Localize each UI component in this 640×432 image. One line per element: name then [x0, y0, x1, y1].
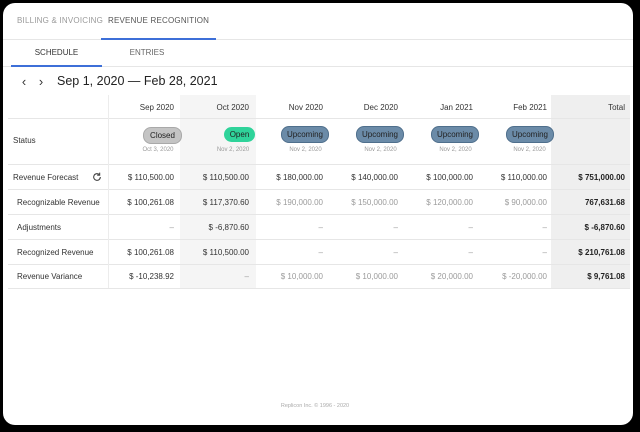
- table-cell: $ 110,500.00: [202, 248, 249, 257]
- chevron-right-icon[interactable]: ›: [34, 73, 48, 91]
- table-cell: –: [542, 248, 547, 257]
- status-date: Nov 2, 2020: [439, 147, 472, 153]
- table-cell: $ 180,000.00: [276, 173, 323, 182]
- table-cell: $ 100,261.08: [127, 248, 174, 257]
- table-cell-total: $ 751,000.00: [578, 173, 625, 182]
- refresh-icon[interactable]: [92, 172, 102, 182]
- table-cell: $ -20,000.00: [502, 272, 547, 281]
- date-range-label: Sep 1, 2020 — Feb 28, 2021: [57, 74, 218, 88]
- table-cell: $ 110,500.00: [202, 173, 249, 182]
- table-cell-total: $ -6,870.60: [584, 223, 625, 232]
- table-cell: –: [318, 223, 323, 232]
- tab-billing-invoicing[interactable]: BILLING & INVOICING: [17, 3, 103, 39]
- tab-entries[interactable]: ENTRIES: [101, 40, 193, 66]
- table-cell-total: $ 210,761.08: [578, 248, 625, 257]
- table-cell: –: [393, 223, 398, 232]
- table-cell: $ 120,000.00: [426, 198, 473, 207]
- status-badge: Upcoming: [281, 126, 329, 143]
- header-row: [8, 95, 630, 119]
- status-badge: Upcoming: [356, 126, 404, 143]
- table-cell: –: [244, 272, 249, 281]
- table-cell: –: [393, 248, 398, 257]
- status-date: Nov 2, 2020: [216, 147, 250, 153]
- table-cell: $ 140,000.00: [351, 173, 398, 182]
- tab-schedule[interactable]: SCHEDULE: [11, 40, 102, 67]
- footer-copyright: Replicon Inc. © 1996 - 2020: [280, 403, 350, 409]
- table-cell: $ 117,370.60: [202, 198, 249, 207]
- table-cell: $ 20,000.00: [430, 272, 473, 281]
- table-cell: –: [169, 223, 174, 232]
- table-cell: $ -10,238.92: [129, 272, 174, 281]
- table-cell: $ 100,261.08: [127, 198, 174, 207]
- status-date: Nov 2, 2020: [289, 147, 322, 153]
- status-date: Nov 2, 2020: [513, 147, 546, 153]
- row-label: Recognizable Revenue: [17, 198, 100, 207]
- table-cell: $ 150,000.00: [351, 198, 398, 207]
- table-cell: $ -6,870.60: [208, 223, 249, 232]
- tab-revenue-recognition[interactable]: REVENUE RECOGNITION: [100, 3, 217, 40]
- table-cell: –: [468, 223, 473, 232]
- row-label: Recognized Revenue: [17, 248, 94, 257]
- row-label: Revenue Variance: [17, 272, 83, 281]
- row-label: Revenue Forecast: [13, 173, 79, 182]
- sub-tab-bar: SCHEDULE ENTRIES: [3, 40, 633, 67]
- table-cell-total: 767,631.68: [584, 198, 625, 207]
- table-cell: $ 10,000.00: [280, 272, 323, 281]
- table-cell: $ 90,000.00: [504, 198, 547, 207]
- table-cell: –: [542, 223, 547, 232]
- table-cell: –: [468, 248, 473, 257]
- column-divider: [108, 95, 109, 288]
- status-date: Nov 2, 2020: [364, 147, 397, 153]
- table-cell: $ 190,000.00: [276, 198, 323, 207]
- top-tab-bar: BILLING & INVOICING REVENUE RECOGNITION: [3, 3, 633, 40]
- table-cell: $ 110,000.00: [500, 173, 547, 182]
- row-label: Adjustments: [17, 223, 62, 232]
- status-badge: Open: [224, 127, 255, 142]
- table-cell-total: $ 9,761.08: [587, 272, 625, 281]
- row-label-status: Status: [13, 136, 36, 145]
- chevron-left-icon[interactable]: ‹: [17, 73, 31, 91]
- status-badge: Upcoming: [506, 126, 554, 143]
- status-badge: Closed: [143, 127, 182, 144]
- status-badge: Upcoming: [431, 126, 479, 143]
- table-cell: $ 110,500.00: [127, 173, 174, 182]
- table-cell: –: [318, 248, 323, 257]
- table-cell: $ 100,000.00: [426, 173, 473, 182]
- table-cell: $ 10,000.00: [355, 272, 398, 281]
- status-date: Oct 3, 2020: [142, 147, 174, 153]
